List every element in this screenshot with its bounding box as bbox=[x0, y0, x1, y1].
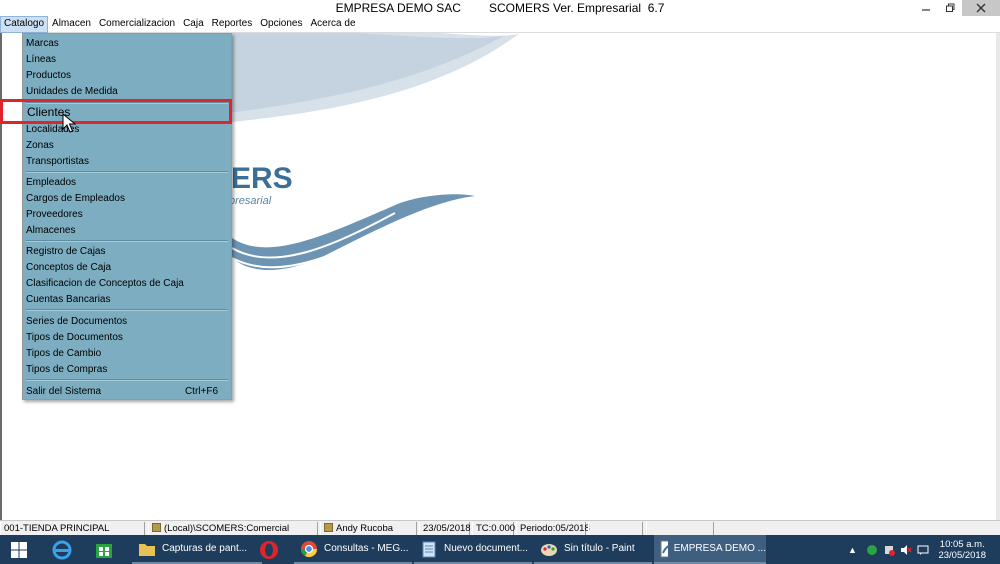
taskbar-app-capturas-label: Capturas de pant... bbox=[162, 543, 248, 554]
taskbar-app-empresa-label: EMPRESA DEMO ... bbox=[673, 543, 766, 554]
clock-date: 23/05/2018 bbox=[938, 550, 986, 561]
taskbar-app-consultas-label: Consultas - MEG... bbox=[324, 543, 409, 554]
menu-item-salir-shortcut: Ctrl+F6 bbox=[184, 386, 218, 397]
menu-item-unidades[interactable]: Unidades de Medida bbox=[26, 84, 228, 100]
folder-icon bbox=[139, 543, 155, 556]
mouse-cursor-icon bbox=[62, 113, 77, 133]
status-empty bbox=[588, 522, 643, 535]
menu-item-cuentas[interactable]: Cuentas Bancarias bbox=[26, 292, 228, 308]
menu-item-clasificacion[interactable]: Clasificacion de Conceptos de Caja bbox=[26, 276, 228, 292]
status-period: Periodo:05/2018 bbox=[516, 522, 590, 535]
taskbar-app-nuevo-label: Nuevo document... bbox=[444, 543, 528, 554]
taskbar: Capturas de pant... Consultas - MEG... N… bbox=[0, 535, 1000, 564]
window-title: EMPRESA DEMO SAC SCOMERS Ver. Empresarial… bbox=[0, 1, 1000, 15]
taskbar-app-consultas[interactable]: Consultas - MEG... bbox=[294, 535, 412, 564]
tray-chevron-up-icon[interactable]: ▲ bbox=[848, 545, 857, 555]
menu-item-tipos-cambio[interactable]: Tipos de Cambio bbox=[26, 346, 228, 362]
menu-item-zonas[interactable]: Zonas bbox=[26, 138, 228, 154]
store-icon[interactable] bbox=[88, 538, 120, 561]
menu-item-clientes[interactable]: Clientes bbox=[27, 103, 229, 119]
menu-item-empleados[interactable]: Empleados bbox=[26, 175, 228, 191]
catalogo-dropdown: Marcas Líneas Productos Unidades de Medi… bbox=[22, 33, 232, 400]
status-store: 001-TIENDA PRINCIPAL bbox=[0, 522, 145, 535]
menu-bar: Catalogo Almacen Comercializacion Caja R… bbox=[0, 16, 1000, 33]
menu-opciones[interactable]: Opciones bbox=[256, 16, 306, 33]
title-company: EMPRESA DEMO SAC bbox=[335, 1, 461, 15]
status-db: (Local)\SCOMERS:Comercial bbox=[148, 522, 318, 535]
taskbar-app-nuevo[interactable]: Nuevo document... bbox=[414, 535, 532, 564]
opera-icon[interactable] bbox=[253, 538, 285, 561]
status-tc: TC:0.000 bbox=[472, 522, 515, 535]
tray-message-icon[interactable] bbox=[917, 544, 929, 556]
menu-separator bbox=[26, 171, 228, 173]
menu-almacen[interactable]: Almacen bbox=[48, 16, 95, 33]
close-icon[interactable] bbox=[962, 0, 1000, 16]
tray-flag-icon[interactable] bbox=[883, 544, 895, 556]
menu-acerca-de[interactable]: Acerca de bbox=[306, 16, 359, 33]
menu-reportes[interactable]: Reportes bbox=[208, 16, 257, 33]
menu-item-productos[interactable]: Productos bbox=[26, 68, 228, 84]
system-tray: ▲ bbox=[848, 535, 929, 564]
menu-caja[interactable]: Caja bbox=[179, 16, 208, 33]
status-user: Andy Rucoba bbox=[320, 522, 417, 535]
menu-separator bbox=[26, 240, 228, 242]
taskbar-clock[interactable]: 10:05 a.m. 23/05/2018 bbox=[938, 539, 986, 561]
tray-volume-icon[interactable] bbox=[900, 544, 912, 556]
menu-item-registro-cajas[interactable]: Registro de Cajas bbox=[26, 244, 228, 260]
status-bar: 001-TIENDA PRINCIPAL (Local)\SCOMERS:Com… bbox=[0, 520, 1000, 535]
menu-item-conceptos-caja[interactable]: Conceptos de Caja bbox=[26, 260, 228, 276]
status-date: 23/05/2018 bbox=[419, 522, 471, 535]
window-controls bbox=[914, 0, 1000, 16]
menu-item-proveedores[interactable]: Proveedores bbox=[26, 207, 228, 223]
start-button[interactable] bbox=[0, 535, 38, 564]
status-user-text: Andy Rucoba bbox=[336, 523, 394, 534]
notepad-icon bbox=[422, 541, 436, 557]
clock-time: 10:05 a.m. bbox=[939, 539, 985, 550]
status-empty bbox=[646, 522, 714, 535]
user-icon bbox=[324, 523, 333, 532]
menu-separator bbox=[26, 309, 228, 311]
restore-icon[interactable] bbox=[938, 0, 962, 16]
windows-logo-icon bbox=[11, 541, 27, 558]
tray-network-icon[interactable] bbox=[866, 544, 878, 556]
menu-item-salir[interactable]: Salir del Sistema Ctrl+F6 bbox=[26, 384, 228, 400]
menu-item-transportistas[interactable]: Transportistas bbox=[26, 154, 228, 170]
taskbar-app-paint-label: Sin título - Paint bbox=[564, 543, 635, 554]
menu-item-tipos-documentos[interactable]: Tipos de Documentos bbox=[26, 330, 228, 346]
menu-item-almacenes[interactable]: Almacenes bbox=[26, 223, 228, 239]
menu-item-salir-label: Salir del Sistema bbox=[26, 386, 102, 397]
menu-item-series[interactable]: Series de Documentos bbox=[26, 314, 228, 330]
title-product: SCOMERS Ver. Empresarial 6.7 bbox=[488, 1, 665, 15]
taskbar-app-paint[interactable]: Sin título - Paint bbox=[534, 535, 652, 564]
chrome-icon bbox=[300, 540, 318, 557]
menu-item-tipos-compras[interactable]: Tipos de Compras bbox=[26, 362, 228, 378]
paint-icon bbox=[541, 543, 557, 556]
menu-item-lineas[interactable]: Líneas bbox=[26, 52, 228, 68]
menu-separator bbox=[26, 379, 228, 381]
menu-comercializacion[interactable]: Comercializacion bbox=[95, 16, 179, 33]
logo-subtitle: presarial bbox=[229, 195, 272, 207]
taskbar-app-empresa[interactable]: EMPRESA DEMO ... bbox=[654, 535, 766, 564]
ie-icon[interactable] bbox=[46, 538, 78, 561]
scomers-icon bbox=[660, 540, 668, 557]
minimize-icon[interactable] bbox=[914, 0, 938, 16]
menu-catalogo[interactable]: Catalogo bbox=[0, 16, 49, 33]
taskbar-app-capturas[interactable]: Capturas de pant... bbox=[132, 535, 262, 564]
menu-item-localidades[interactable]: Localidades bbox=[26, 122, 228, 138]
database-icon bbox=[152, 523, 161, 532]
menu-item-marcas[interactable]: Marcas bbox=[26, 36, 228, 52]
title-bar: EMPRESA DEMO SAC SCOMERS Ver. Empresarial… bbox=[0, 0, 1000, 16]
status-db-text: (Local)\SCOMERS:Comercial bbox=[164, 523, 290, 534]
right-border bbox=[996, 33, 1000, 520]
logo-text: ERS bbox=[231, 162, 293, 195]
menu-item-cargos[interactable]: Cargos de Empleados bbox=[26, 191, 228, 207]
